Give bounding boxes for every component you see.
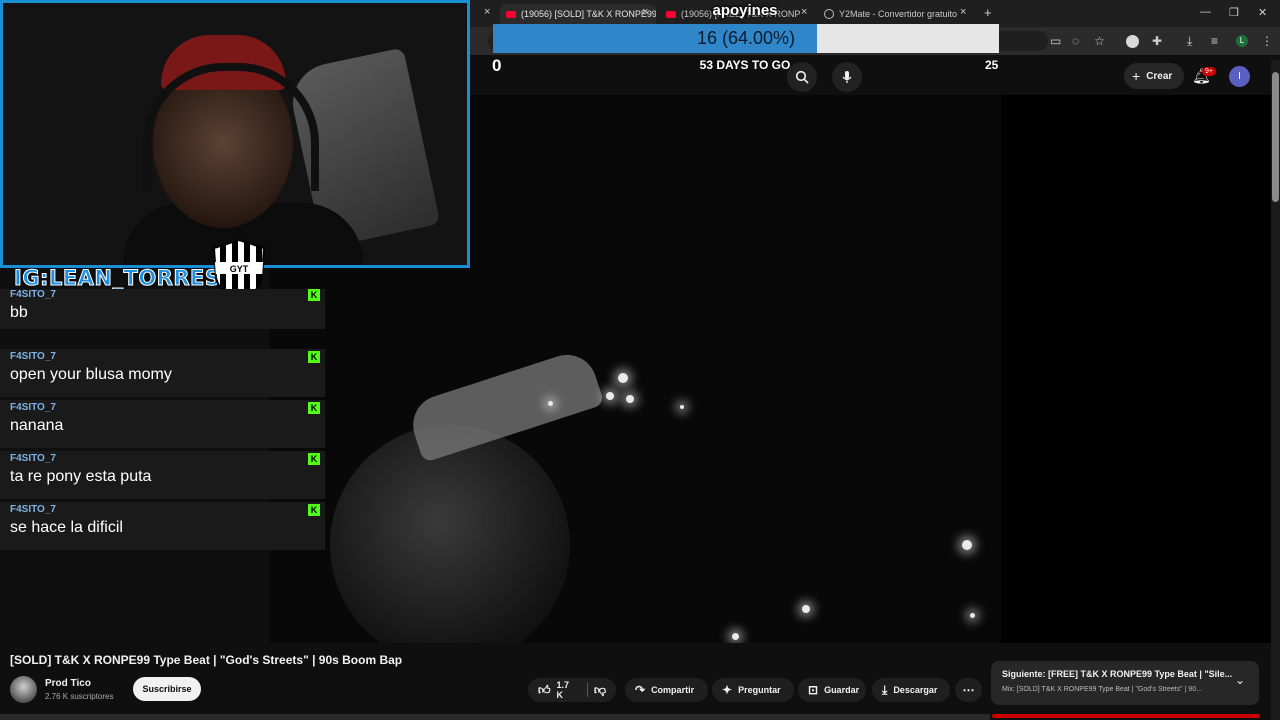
bottom-strip <box>0 714 990 720</box>
chat-username: F4SITO_7 <box>10 289 56 300</box>
restore-button[interactable]: ❐ <box>1229 6 1239 19</box>
up-next-card[interactable] <box>991 661 1259 705</box>
up-next-subtitle: Mix: [SOLD] T&K X RONPE99 Type Beat | "G… <box>1002 686 1202 693</box>
chat-message: F4SITO_7 K bb <box>0 289 325 329</box>
menu-kebab-icon[interactable]: ⋮ <box>1261 34 1273 48</box>
webcam-feed <box>0 0 470 268</box>
create-label: Crear <box>1146 70 1173 82</box>
profile-avatar[interactable]: L <box>1236 35 1248 47</box>
video-light <box>548 401 553 406</box>
up-next-progress <box>992 714 1260 718</box>
save-button[interactable]: ⊡ Guardar <box>798 678 866 702</box>
close-tab-icon[interactable]: × <box>960 6 966 18</box>
ask-button[interactable]: ✦ Preguntar <box>712 678 794 702</box>
chat-message: F4SITO_7 K ta re pony esta puta <box>0 451 325 499</box>
scrollbar-thumb[interactable] <box>1272 72 1279 202</box>
chat-message: F4SITO_7 K nanana <box>0 400 325 448</box>
chat-text: bb <box>10 304 28 321</box>
download-arrow-icon: ⤓ <box>882 682 888 697</box>
more-actions-button[interactable]: ⋯ <box>955 678 982 702</box>
goal-days-remaining: 53 DAYS TO GO <box>699 58 791 72</box>
tab-sold-video[interactable]: (19056) [SOLD] T&K X RONPE99 <box>500 4 656 24</box>
eye-off-icon[interactable]: ◌ <box>1072 34 1079 48</box>
download-label: Descargar <box>893 685 938 695</box>
minimize-button[interactable]: — <box>1200 6 1211 18</box>
subscribe-button[interactable]: Suscribirse <box>133 677 201 701</box>
save-label: Guardar <box>824 685 860 695</box>
secondary-column <box>1001 95 1271 643</box>
kick-badge-icon: K <box>308 453 320 465</box>
video-light <box>606 392 614 400</box>
kick-badge-icon: K <box>308 351 320 363</box>
share-label: Compartir <box>651 685 695 695</box>
chat-text: se hace la dificil <box>10 519 123 536</box>
like-dislike-group: 👍︎ 1.7 K 👎︎ <box>528 678 616 702</box>
close-window-button[interactable]: ✕ <box>1258 6 1267 19</box>
kick-badge-icon: K <box>308 504 320 516</box>
close-tab-icon[interactable]: × <box>484 6 490 18</box>
notification-badge: 9+ <box>1202 67 1216 76</box>
chat-username: F4SITO_7 <box>10 453 56 464</box>
chat-username: F4SITO_7 <box>10 504 56 515</box>
video-light <box>732 633 739 640</box>
voice-search-button[interactable] <box>832 62 862 92</box>
video-title: [SOLD] T&K X RONPE99 Type Beat | "God's … <box>10 653 403 667</box>
extension-icon[interactable] <box>1126 35 1139 48</box>
tab-label: (19056) [SOLD] T&K X RONPE99 <box>521 9 656 19</box>
subscriber-count: 2.76 K suscriptores <box>45 692 114 701</box>
headset <box>143 63 319 191</box>
video-light <box>970 613 975 618</box>
thumbs-down-icon[interactable]: 👎︎ <box>594 683 606 698</box>
video-figure <box>330 425 570 643</box>
microphone-icon <box>842 71 852 83</box>
chat-text: nanana <box>10 417 64 434</box>
channel-name[interactable]: Prod Tico <box>45 678 91 689</box>
crest-text: GYT <box>230 264 249 274</box>
goal-target-value: 25 <box>985 58 999 72</box>
media-icon[interactable]: ≡ <box>1211 34 1218 48</box>
up-next-title[interactable]: Siguiente: [FREE] T&K X RONPE99 Type Bea… <box>1002 669 1232 679</box>
tab-label: Y2Mate - Convertidor gratuito <box>839 9 958 19</box>
like-count[interactable]: 1.7 K <box>557 680 577 700</box>
create-button[interactable]: + Crear <box>1124 63 1185 89</box>
goal-start-value: 0 <box>492 56 502 75</box>
thumbs-up-icon[interactable]: 👍︎ <box>538 683 551 698</box>
chat-message: F4SITO_7 K open your blusa momy <box>0 349 325 397</box>
channel-avatar[interactable] <box>10 676 37 703</box>
download-button[interactable]: ⤓ Descargar <box>872 678 950 702</box>
video-light <box>618 373 628 383</box>
video-light <box>626 395 634 403</box>
bookmark-star-icon[interactable]: ☆ <box>1094 34 1105 48</box>
puzzle-icon[interactable]: ✚ <box>1152 34 1162 48</box>
chat-message: F4SITO_7 K se hace la dificil <box>0 502 325 550</box>
plus-icon: + <box>1132 68 1141 84</box>
video-light <box>962 540 972 550</box>
kick-badge-icon: K <box>308 402 320 414</box>
video-light <box>680 405 684 409</box>
more-horizontal-icon: ⋯ <box>962 683 975 697</box>
chat-username: F4SITO_7 <box>10 402 56 413</box>
chat-text: ta re pony esta puta <box>10 468 152 485</box>
new-tab-button[interactable]: + <box>984 5 992 20</box>
chat-username: F4SITO_7 <box>10 351 56 362</box>
save-bookmark-icon: ⊡ <box>808 683 819 697</box>
divider <box>586 683 588 697</box>
youtube-icon <box>506 10 516 18</box>
account-avatar[interactable]: I <box>1229 66 1250 87</box>
share-button[interactable]: ↷ Compartir <box>625 678 708 702</box>
video-light <box>802 605 810 613</box>
ask-label: Preguntar <box>738 685 781 695</box>
download-icon[interactable]: ⤓ <box>1187 34 1192 49</box>
cast-icon[interactable]: ▭ <box>1050 34 1061 48</box>
chat-text: open your blusa momy <box>10 366 172 383</box>
goal-title: apoyines <box>712 2 778 19</box>
chevron-down-icon[interactable]: ⌄ <box>1235 673 1245 687</box>
kick-badge-icon: K <box>308 289 320 301</box>
share-icon: ↷ <box>635 683 646 697</box>
goal-progress-text: 16 (64.00%) <box>696 28 796 48</box>
search-icon <box>795 70 809 84</box>
sparkle-icon: ✦ <box>722 683 733 697</box>
